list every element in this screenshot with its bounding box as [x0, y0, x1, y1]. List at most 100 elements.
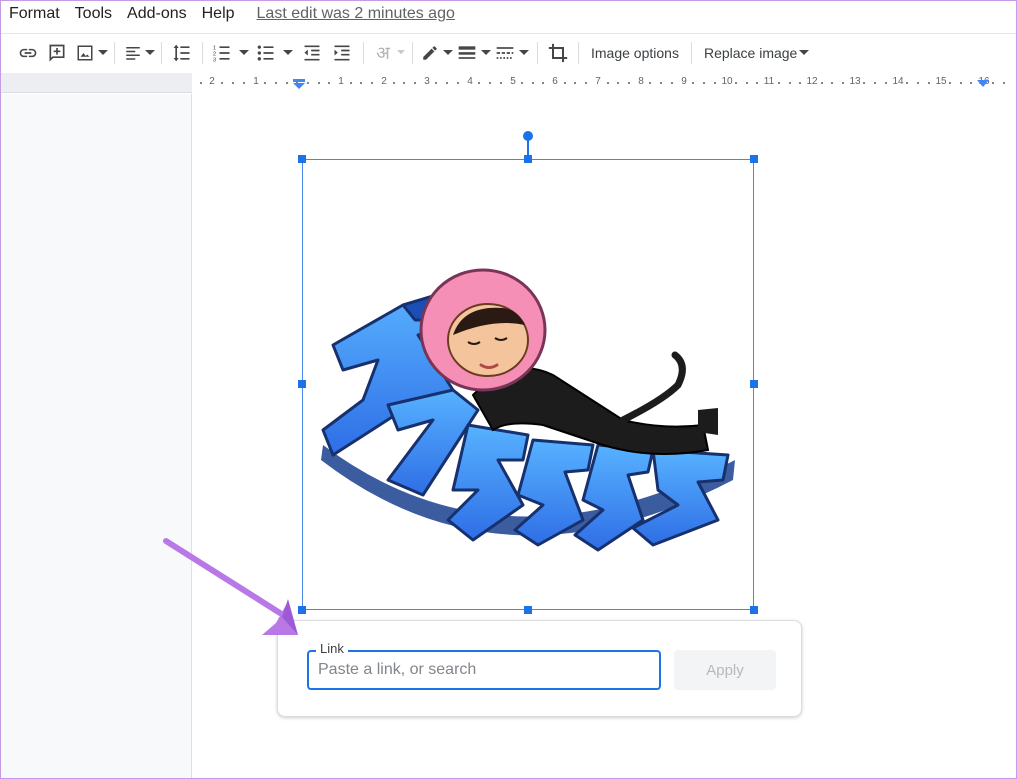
ruler-label: 2 — [209, 76, 215, 87]
resize-handle-top-left[interactable] — [298, 155, 306, 163]
chevron-down-icon[interactable] — [517, 38, 531, 68]
ruler-label: 2 — [381, 76, 387, 87]
ruler-tick — [564, 82, 566, 84]
ruler-tick — [789, 82, 791, 84]
ruler-labels: 2112345678910111213141516 — [0, 73, 1017, 93]
ruler-label: 5 — [510, 76, 516, 87]
ruler-tick — [393, 82, 395, 84]
chevron-down-icon[interactable] — [396, 38, 406, 68]
ruler-tick — [232, 82, 234, 84]
replace-image-button[interactable]: Replace image — [698, 38, 799, 68]
ruler-tick — [200, 82, 202, 84]
ruler-tick — [885, 82, 887, 84]
input-tools-icon[interactable]: अ — [370, 38, 396, 68]
menu-help[interactable]: Help — [202, 5, 235, 23]
right-indent-marker[interactable] — [976, 79, 990, 89]
ruler-label: 12 — [806, 76, 818, 87]
ruler-tick — [692, 82, 694, 84]
image-options-button[interactable]: Image options — [585, 38, 685, 68]
ruler-tick — [243, 82, 245, 84]
resize-handle-bottom-right[interactable] — [750, 606, 758, 614]
ruler-tick — [360, 82, 362, 84]
line-spacing-icon[interactable] — [168, 38, 196, 68]
toolbar-divider — [161, 41, 162, 64]
chevron-down-icon[interactable] — [145, 38, 155, 68]
border-color-icon[interactable] — [419, 38, 441, 68]
ruler-label: 15 — [935, 76, 947, 87]
chevron-down-icon[interactable] — [479, 38, 493, 68]
menu-tools[interactable]: Tools — [75, 5, 112, 23]
ruler-label: 14 — [892, 76, 904, 87]
ruler-label: 3 — [424, 76, 430, 87]
ruler-tick — [414, 82, 416, 84]
ruler-tick — [328, 82, 330, 84]
ruler-tick — [992, 82, 994, 84]
resize-handle-left[interactable] — [298, 380, 306, 388]
menu-format[interactable]: Format — [9, 5, 60, 23]
ruler-tick — [863, 82, 865, 84]
add-comment-icon[interactable] — [42, 38, 72, 68]
ruler-tick — [350, 82, 352, 84]
chevron-down-icon[interactable] — [235, 38, 253, 68]
ruler[interactable]: 2112345678910111213141516 — [0, 73, 1017, 93]
chevron-down-icon[interactable] — [98, 38, 108, 68]
crop-icon[interactable] — [544, 38, 572, 68]
last-edit-link[interactable]: Last edit was 2 minutes ago — [257, 5, 455, 23]
decrease-indent-icon[interactable] — [297, 38, 327, 68]
toolbar-divider — [363, 41, 364, 64]
numbered-list-icon[interactable]: 123 — [209, 38, 235, 68]
ruler-tick — [403, 82, 405, 84]
insert-image-icon[interactable] — [72, 38, 98, 68]
ruler-tick — [264, 82, 266, 84]
toolbar-divider — [412, 41, 413, 64]
ruler-tick — [500, 82, 502, 84]
resize-handle-right[interactable] — [750, 380, 758, 388]
toolbar-divider — [114, 41, 115, 64]
ruler-label: 1 — [338, 76, 344, 87]
ruler-tick — [521, 82, 523, 84]
ruler-tick — [960, 82, 962, 84]
ruler-tick — [649, 82, 651, 84]
ruler-tick — [1003, 82, 1005, 84]
ruler-tick — [628, 82, 630, 84]
ruler-label: 8 — [638, 76, 644, 87]
link-icon[interactable] — [14, 38, 42, 68]
link-popup: Link Apply — [277, 620, 802, 717]
ruler-tick — [928, 82, 930, 84]
menu-add-ons[interactable]: Add-ons — [127, 5, 187, 23]
chevron-down-icon[interactable] — [799, 38, 810, 68]
ruler-tick — [446, 82, 448, 84]
border-dash-icon[interactable] — [493, 38, 517, 68]
ruler-label: 1 — [253, 76, 259, 87]
toolbar-divider — [537, 41, 538, 64]
ruler-tick — [778, 82, 780, 84]
chevron-down-icon[interactable] — [441, 38, 455, 68]
align-left-icon[interactable] — [121, 38, 145, 68]
ruler-tick — [371, 82, 373, 84]
ruler-tick — [756, 82, 758, 84]
ruler-tick — [275, 82, 277, 84]
ruler-label: 13 — [849, 76, 861, 87]
svg-text:3: 3 — [213, 57, 216, 63]
apply-button[interactable]: Apply — [674, 650, 776, 690]
ruler-label: 9 — [681, 76, 687, 87]
ruler-tick — [617, 82, 619, 84]
left-indent-marker[interactable] — [292, 79, 306, 89]
link-input[interactable] — [307, 650, 661, 690]
menu-bar: Format Tools Add-ons Help Last edit was … — [0, 0, 1017, 28]
resize-handle-top[interactable] — [524, 155, 532, 163]
rotate-handle[interactable] — [523, 131, 533, 141]
ruler-tick — [842, 82, 844, 84]
bulleted-list-icon[interactable] — [253, 38, 279, 68]
toolbar-divider — [202, 41, 203, 64]
ruler-tick — [970, 82, 972, 84]
resize-handle-bottom[interactable] — [524, 606, 532, 614]
chevron-down-icon[interactable] — [279, 38, 297, 68]
increase-indent-icon[interactable] — [327, 38, 357, 68]
ruler-tick — [660, 82, 662, 84]
ruler-tick — [917, 82, 919, 84]
link-field-label: Link — [316, 641, 348, 656]
resize-handle-top-right[interactable] — [750, 155, 758, 163]
border-weight-icon[interactable] — [455, 38, 479, 68]
image-selection-box[interactable] — [302, 159, 754, 610]
